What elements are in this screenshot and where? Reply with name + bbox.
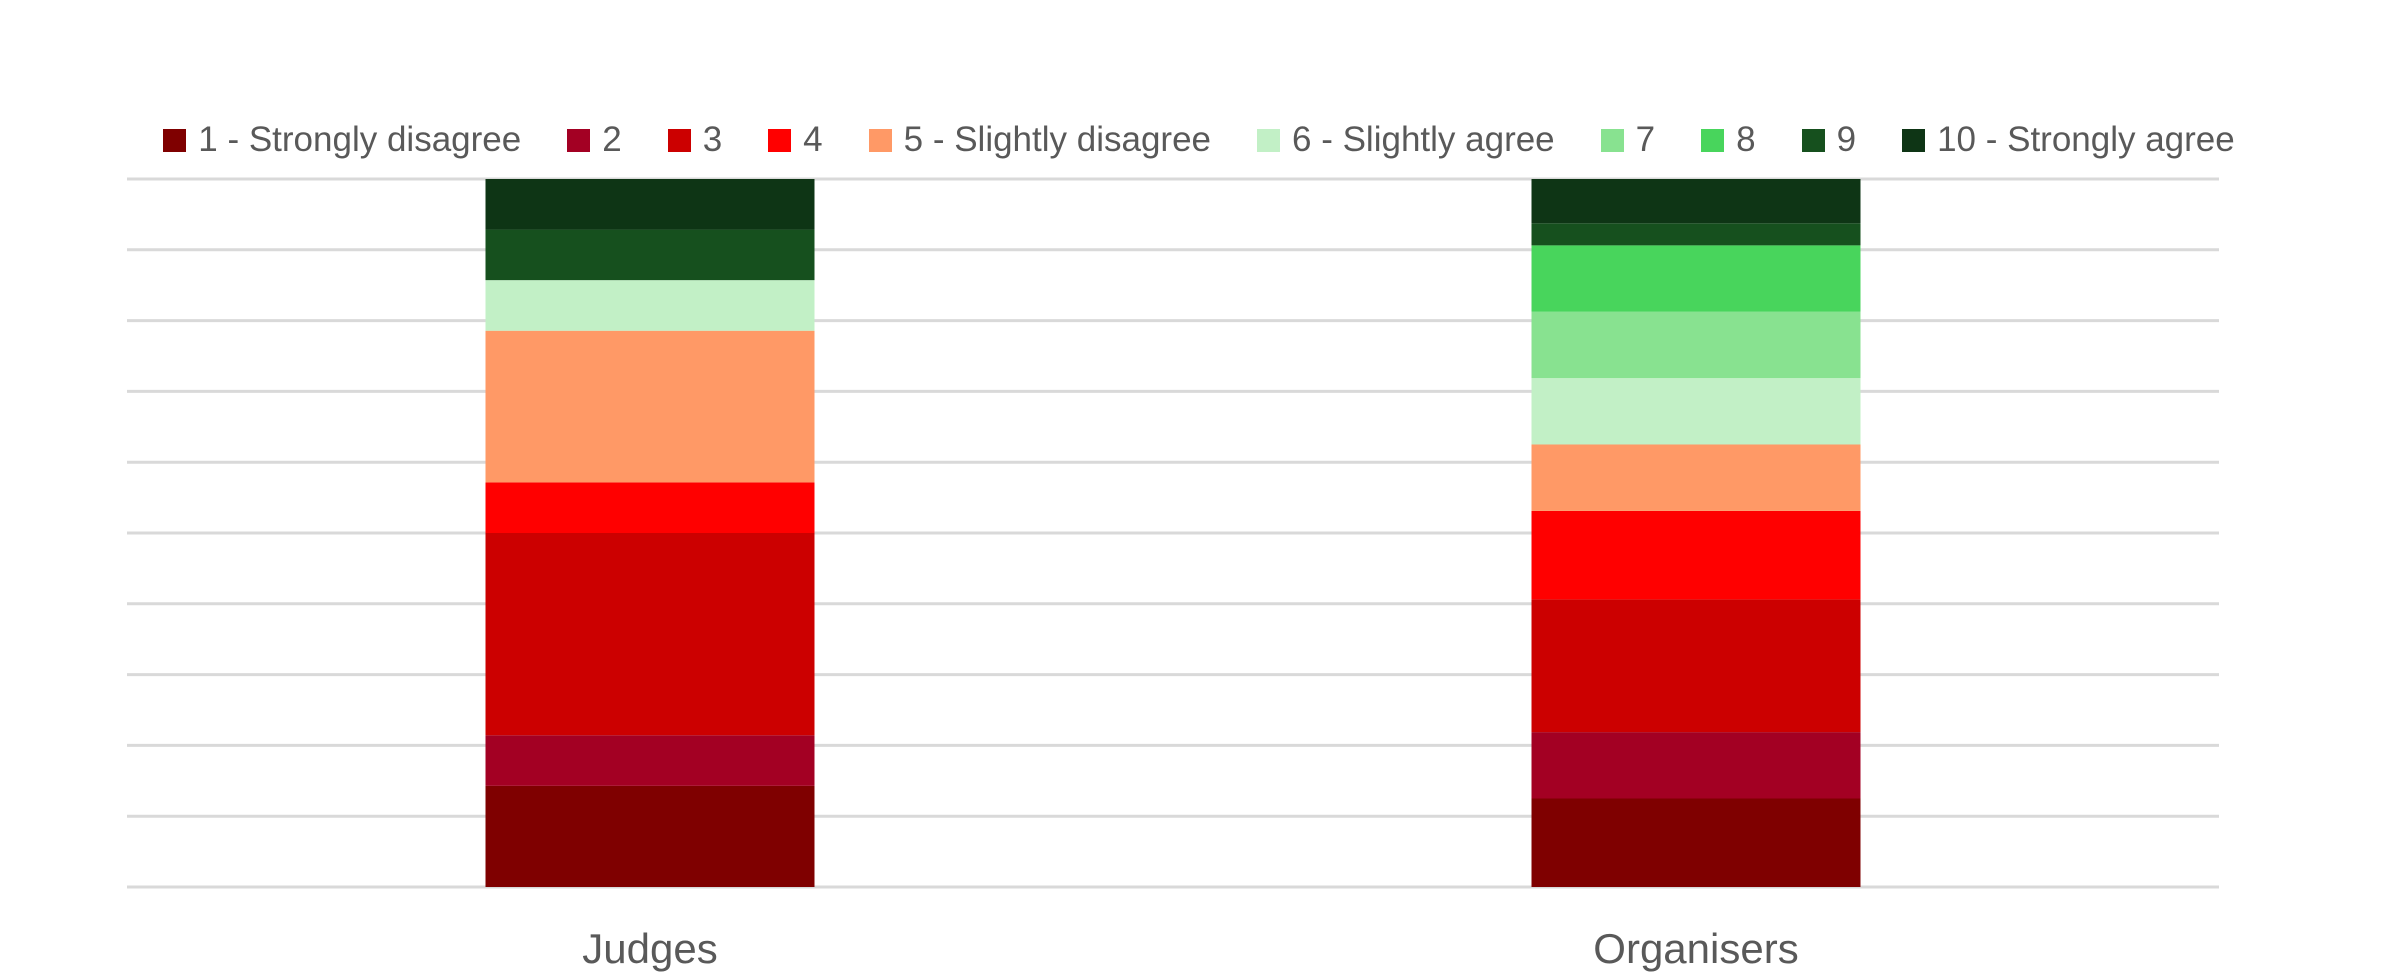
legend-swatch bbox=[567, 128, 591, 152]
bar-segment-judges-5 bbox=[485, 330, 815, 483]
bar-segment-organisers-10 bbox=[1531, 179, 1861, 224]
legend-label: 5 - Slightly disagree bbox=[903, 120, 1212, 159]
bar-judges bbox=[485, 179, 815, 887]
legend-label: 6 - Slightly agree bbox=[1292, 120, 1555, 159]
bar-segment-organisers-7 bbox=[1531, 311, 1861, 379]
bar-segment-organisers-2 bbox=[1531, 732, 1861, 799]
bar-segment-organisers-4 bbox=[1531, 510, 1861, 600]
legend-swatch bbox=[1701, 128, 1725, 152]
legend-swatch bbox=[163, 128, 187, 152]
bar-segment-organisers-8 bbox=[1531, 245, 1861, 312]
legend-swatch bbox=[1801, 128, 1825, 152]
legend-swatch bbox=[667, 128, 691, 152]
legend-item: 6 - Slightly agree bbox=[1257, 118, 1555, 162]
legend-item: 9 bbox=[1801, 118, 1857, 162]
legend-swatch bbox=[868, 128, 892, 152]
legend-label: 1 - Strongly disagree bbox=[198, 120, 522, 159]
legend: 1 - Strongly disagree 2 3 4 5 - Slightly dis… bbox=[0, 118, 2398, 162]
bar-segment-organisers-1 bbox=[1531, 798, 1861, 887]
legend-item: 1 - Strongly disagree bbox=[163, 118, 521, 162]
legend-item: 7 bbox=[1600, 118, 1656, 162]
bar-segment-judges-3 bbox=[485, 533, 815, 736]
legend-item: 4 bbox=[768, 118, 823, 162]
bar-segment-judges-10 bbox=[485, 179, 815, 230]
bar-segment-organisers-3 bbox=[1531, 599, 1861, 733]
bar-segment-judges-2 bbox=[485, 735, 815, 786]
bar-segment-organisers-5 bbox=[1531, 444, 1861, 511]
bar-segment-organisers-6 bbox=[1531, 378, 1861, 445]
bar-organisers bbox=[1531, 179, 1861, 887]
legend-label: 7 bbox=[1635, 120, 1656, 159]
legend-label: 4 bbox=[803, 120, 823, 159]
legend-swatch bbox=[1600, 128, 1624, 152]
x-tick-label: Organisers bbox=[1593, 925, 1798, 972]
legend-swatch bbox=[1902, 128, 1926, 152]
legend-label: 3 bbox=[702, 120, 723, 159]
bar-segment-judges-1 bbox=[485, 785, 815, 887]
x-tick-label: Judges bbox=[582, 925, 717, 972]
bar-segment-organisers-9 bbox=[1531, 223, 1861, 246]
legend-label: 2 bbox=[602, 120, 622, 159]
bar-segment-judges-9 bbox=[485, 229, 815, 281]
bar-segment-judges-6 bbox=[485, 280, 815, 331]
bar-segment-judges-4 bbox=[485, 482, 815, 533]
legend-item: 10 - Strongly agree bbox=[1902, 118, 2235, 162]
legend-label: 9 bbox=[1836, 120, 1857, 159]
legend-swatch bbox=[768, 128, 792, 152]
legend-label: 10 - Strongly agree bbox=[1937, 120, 2235, 159]
legend-item: 2 bbox=[567, 118, 622, 162]
legend-item: 5 - Slightly disagree bbox=[868, 118, 1212, 162]
legend-item: 3 bbox=[667, 118, 723, 162]
legend-swatch bbox=[1257, 128, 1281, 152]
legend-item: 8 bbox=[1701, 118, 1756, 162]
stacked-bar-chart: Judges Organisers 1 - Strongly disagree 2 3… bbox=[0, 0, 2398, 976]
legend-label: 8 bbox=[1736, 120, 1756, 159]
